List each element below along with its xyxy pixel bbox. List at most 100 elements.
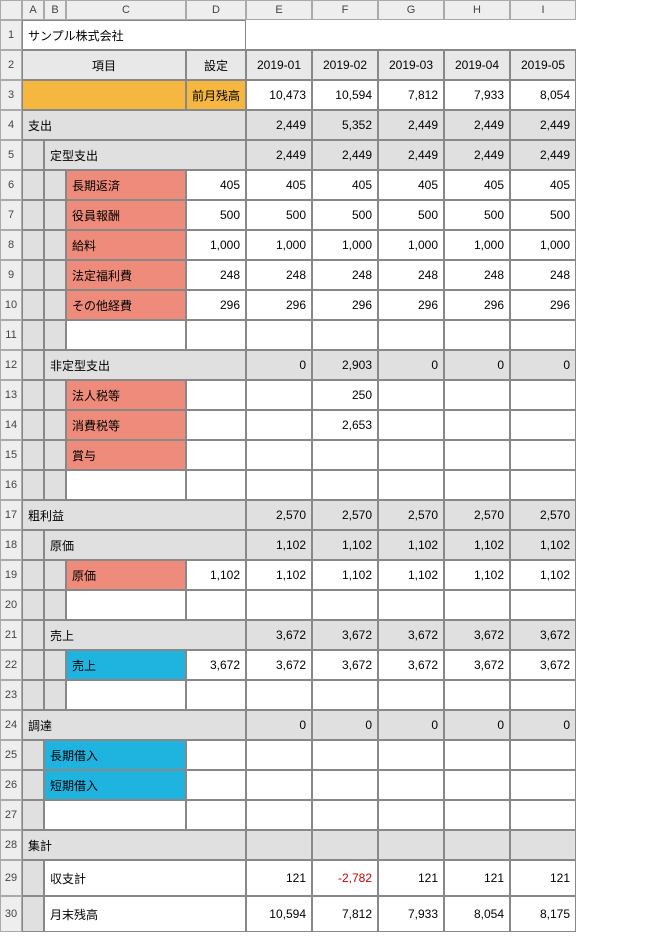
empty-cell[interactable]	[378, 590, 444, 620]
cost-group-val[interactable]: 1,102	[378, 530, 444, 560]
empty-cell[interactable]	[66, 680, 186, 710]
finance-val[interactable]: 0	[246, 710, 312, 740]
corp-tax-val[interactable]	[510, 380, 576, 410]
fixed-spend-val[interactable]: 2,449	[444, 140, 510, 170]
empty-cell[interactable]	[186, 590, 246, 620]
empty-cell[interactable]	[312, 590, 378, 620]
corp-tax-val[interactable]: 250	[312, 380, 378, 410]
row-header[interactable]: 23	[0, 680, 22, 710]
welfare-label[interactable]: 法定福利費	[66, 260, 186, 290]
header-month[interactable]: 2019-04	[444, 50, 510, 80]
finance-label[interactable]: 調達	[22, 710, 246, 740]
fixed-spend-val[interactable]: 2,449	[510, 140, 576, 170]
row-header[interactable]: 30	[0, 896, 22, 932]
long-repay-val[interactable]: 405	[246, 170, 312, 200]
salary-val[interactable]: 1,000	[246, 230, 312, 260]
balance-val[interactable]: 121	[378, 860, 444, 896]
col-header[interactable]: B	[44, 0, 66, 20]
gross-profit-val[interactable]: 2,570	[510, 500, 576, 530]
long-borrow-label[interactable]: 長期借入	[44, 740, 186, 770]
empty-cell[interactable]	[186, 680, 246, 710]
fixed-spend-val[interactable]: 2,449	[246, 140, 312, 170]
cons-tax-val[interactable]	[510, 410, 576, 440]
row-header[interactable]: 12	[0, 350, 22, 380]
empty-cell[interactable]	[186, 740, 246, 770]
sales-label[interactable]: 売上	[66, 650, 186, 680]
prev-balance-val[interactable]: 10,594	[312, 80, 378, 110]
header-month[interactable]: 2019-01	[246, 50, 312, 80]
cost-label[interactable]: 原価	[66, 560, 186, 590]
empty-cell[interactable]	[510, 590, 576, 620]
empty-cell[interactable]	[186, 410, 246, 440]
empty-cell[interactable]	[66, 320, 186, 350]
indent-cell[interactable]	[44, 470, 66, 500]
spending-val[interactable]: 2,449	[378, 110, 444, 140]
empty-cell[interactable]	[510, 440, 576, 470]
indent-cell[interactable]	[22, 290, 44, 320]
cons-tax-val[interactable]	[444, 410, 510, 440]
fixed-spend-label[interactable]: 定型支出	[44, 140, 246, 170]
cost-set[interactable]: 1,102	[186, 560, 246, 590]
indent-cell[interactable]	[22, 740, 44, 770]
long-repay-val[interactable]: 405	[312, 170, 378, 200]
cost-val[interactable]: 1,102	[246, 560, 312, 590]
balance-val[interactable]: -2,782	[312, 860, 378, 896]
end-balance-val[interactable]: 10,594	[246, 896, 312, 932]
end-balance-label[interactable]: 月末残高	[44, 896, 246, 932]
sales-group-val[interactable]: 3,672	[312, 620, 378, 650]
empty-cell[interactable]	[246, 740, 312, 770]
empty-cell[interactable]	[186, 800, 246, 830]
empty-cell[interactable]	[246, 770, 312, 800]
empty-cell[interactable]	[186, 320, 246, 350]
indent-cell[interactable]	[22, 170, 44, 200]
row-header[interactable]: 24	[0, 710, 22, 740]
row-header[interactable]: 20	[0, 590, 22, 620]
spreadsheet[interactable]: A B C D E F G H I 1 サンプル株式会社 2 項目 設定 201…	[0, 0, 668, 932]
empty-cell[interactable]	[66, 470, 186, 500]
balance-val[interactable]: 121	[444, 860, 510, 896]
exec-comp-val[interactable]: 500	[510, 200, 576, 230]
finance-val[interactable]: 0	[510, 710, 576, 740]
welfare-val[interactable]: 248	[444, 260, 510, 290]
row-header[interactable]: 21	[0, 620, 22, 650]
header-month[interactable]: 2019-05	[510, 50, 576, 80]
row-header[interactable]: 22	[0, 650, 22, 680]
empty-cell[interactable]	[444, 440, 510, 470]
sales-group-val[interactable]: 3,672	[378, 620, 444, 650]
irreg-spend-val[interactable]: 0	[378, 350, 444, 380]
row-header[interactable]: 29	[0, 860, 22, 896]
empty-cell[interactable]	[312, 320, 378, 350]
other-exp-val[interactable]: 296	[378, 290, 444, 320]
other-exp-val[interactable]: 296	[246, 290, 312, 320]
summary-label[interactable]: 集計	[22, 830, 246, 860]
exec-comp-set[interactable]: 500	[186, 200, 246, 230]
empty-cell[interactable]	[186, 380, 246, 410]
sales-group-val[interactable]: 3,672	[246, 620, 312, 650]
indent-cell[interactable]	[22, 800, 44, 830]
indent-cell[interactable]	[44, 440, 66, 470]
row-header[interactable]: 9	[0, 260, 22, 290]
bonus-label[interactable]: 賞与	[66, 440, 186, 470]
sales-set[interactable]: 3,672	[186, 650, 246, 680]
cons-tax-label[interactable]: 消費税等	[66, 410, 186, 440]
indent-cell[interactable]	[44, 290, 66, 320]
row-header[interactable]: 6	[0, 170, 22, 200]
row-header[interactable]: 10	[0, 290, 22, 320]
col-header[interactable]: H	[444, 0, 510, 20]
row-header[interactable]: 11	[0, 320, 22, 350]
irreg-spend-val[interactable]: 0	[444, 350, 510, 380]
indent-cell[interactable]	[44, 200, 66, 230]
empty-cell[interactable]	[246, 680, 312, 710]
spending-label[interactable]: 支出	[22, 110, 246, 140]
salary-val[interactable]: 1,000	[312, 230, 378, 260]
empty-cell[interactable]	[378, 740, 444, 770]
salary-val[interactable]: 1,000	[510, 230, 576, 260]
exec-comp-val[interactable]: 500	[378, 200, 444, 230]
empty-cell[interactable]	[510, 320, 576, 350]
empty-cell[interactable]	[444, 740, 510, 770]
corp-tax-val[interactable]	[444, 380, 510, 410]
row-header[interactable]: 27	[0, 800, 22, 830]
empty-cell[interactable]	[312, 440, 378, 470]
company-name[interactable]: サンプル株式会社	[22, 20, 246, 50]
empty-cell[interactable]	[444, 800, 510, 830]
